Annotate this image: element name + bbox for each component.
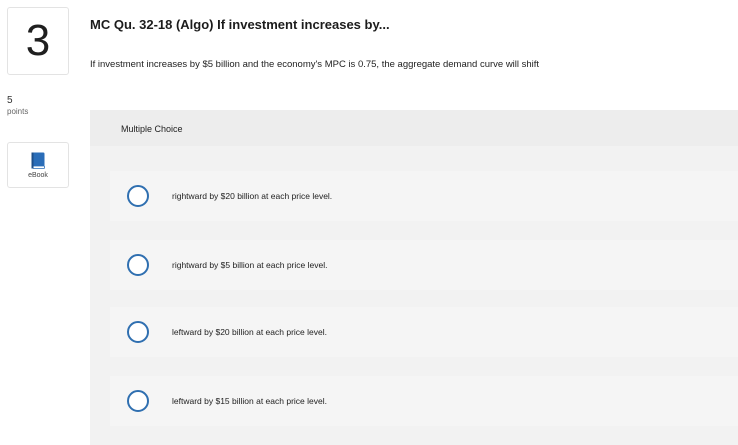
choice-option[interactable]: leftward by $15 billion at each price le… xyxy=(110,376,738,426)
choice-label: rightward by $5 billion at each price le… xyxy=(172,260,328,270)
choices-header: Multiple Choice xyxy=(90,110,738,146)
radio-button[interactable] xyxy=(127,390,149,412)
choice-label: leftward by $15 billion at each price le… xyxy=(172,396,327,406)
points-label: points xyxy=(7,107,29,116)
book-icon xyxy=(31,152,45,169)
choice-option[interactable]: rightward by $20 billion at each price l… xyxy=(110,171,738,221)
ebook-label: eBook xyxy=(28,171,48,179)
radio-button[interactable] xyxy=(127,254,149,276)
radio-button[interactable] xyxy=(127,321,149,343)
choice-option[interactable]: leftward by $20 billion at each price le… xyxy=(110,307,738,357)
points-value: 5 xyxy=(7,95,13,106)
question-number-box: 3 xyxy=(7,7,69,75)
choice-label: leftward by $20 billion at each price le… xyxy=(172,327,327,337)
ebook-button[interactable]: eBook xyxy=(7,142,69,188)
question-prompt: If investment increases by $5 billion an… xyxy=(90,59,540,70)
question-page: 3 5 points eBook MC Qu. 32-18 (Algo) If … xyxy=(0,0,738,445)
radio-button[interactable] xyxy=(127,185,149,207)
choice-option[interactable]: rightward by $5 billion at each price le… xyxy=(110,240,738,290)
choice-label: rightward by $20 billion at each price l… xyxy=(172,191,333,201)
choices-panel: Multiple Choice rightward by $20 billion… xyxy=(90,110,738,445)
choices-header-label: Multiple Choice xyxy=(121,124,183,134)
question-number: 3 xyxy=(25,16,51,65)
points-info: 5 points xyxy=(7,95,28,117)
question-title: MC Qu. 32-18 (Algo) If investment increa… xyxy=(90,17,390,32)
